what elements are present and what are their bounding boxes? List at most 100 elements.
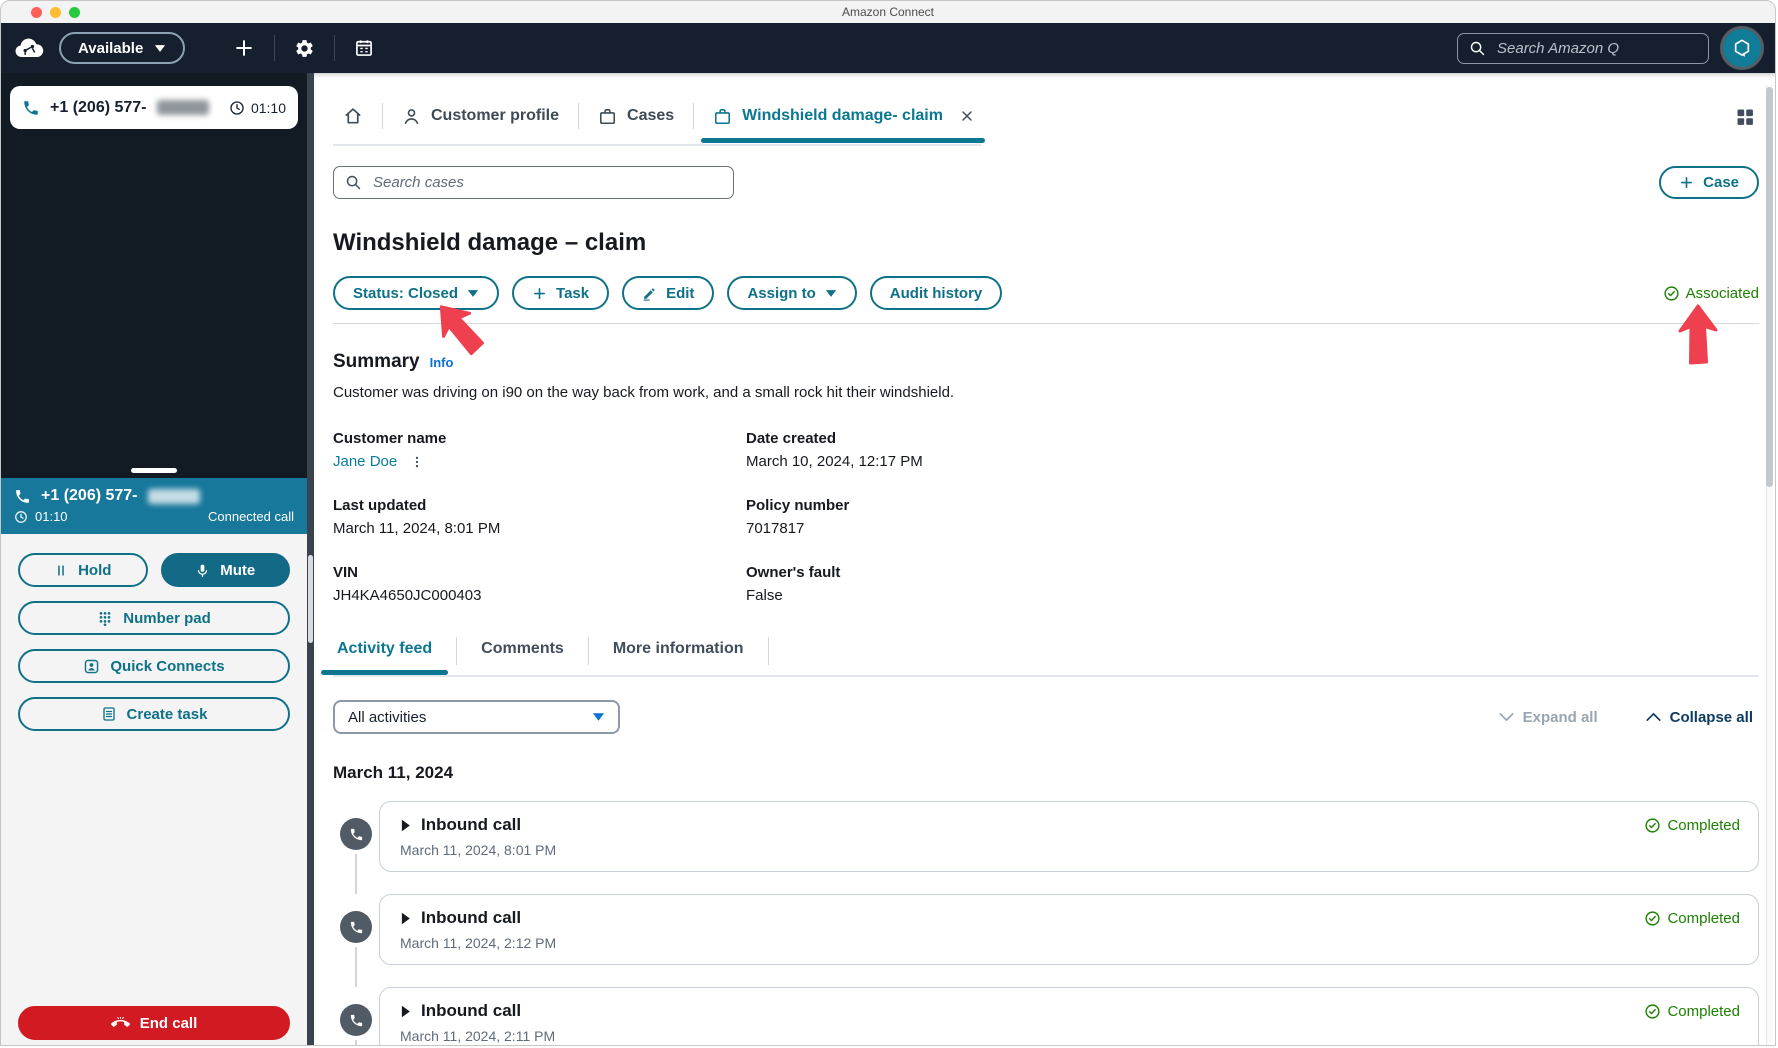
activity-filter-dropdown[interactable]: All activities — [333, 700, 620, 734]
amazon-q-search[interactable] — [1457, 32, 1709, 64]
tab-windshield-damage-claim[interactable]: Windshield damage- claim — [701, 107, 985, 143]
tab-label: Cases — [627, 107, 675, 124]
activity-item: Inbound call March 11, 2024, 2:11 PM Com… — [333, 987, 1759, 1045]
main-scrollbar-thumb[interactable] — [1766, 87, 1773, 487]
timeline-connector — [355, 854, 357, 894]
app-window: Amazon Connect Available Search Amazon Q… — [0, 0, 1776, 1046]
mute-button[interactable]: Mute — [160, 553, 290, 587]
field-last-updated: Last updated March 11, 2024, 8:01 PM — [333, 497, 746, 537]
add-task-button[interactable]: Task — [512, 276, 610, 310]
collapse-all-label: Collapse all — [1669, 708, 1753, 726]
tab-separator — [578, 103, 580, 129]
tab-separator — [693, 103, 695, 129]
hold-button[interactable]: Hold — [18, 553, 148, 587]
activity-title: Inbound call — [421, 1001, 522, 1020]
completed-label: Completed — [1667, 1003, 1740, 1020]
calendar-button[interactable] — [354, 38, 374, 58]
activity-date-heading: March 11, 2024 — [333, 763, 454, 782]
completed-badge: Completed — [1644, 1001, 1740, 1020]
info-link[interactable]: Info — [430, 355, 454, 370]
connected-call-timer: 01:10 — [35, 509, 68, 524]
tab-more-information[interactable]: More information — [609, 640, 748, 673]
end-call-button[interactable]: End call — [18, 1006, 290, 1040]
tab-label: Customer profile — [431, 107, 560, 124]
amazon-q-search-input[interactable] — [1495, 38, 1697, 58]
activity-timestamp: March 11, 2024, 8:01 PM — [400, 842, 557, 858]
edit-button[interactable]: Edit — [622, 276, 715, 310]
connected-caller-number: +1 (206) 577- — [41, 487, 138, 504]
phone-icon — [340, 818, 372, 850]
close-window-button[interactable] — [31, 7, 42, 18]
phone-icon — [340, 911, 372, 943]
number-pad-button[interactable]: Number pad — [18, 601, 290, 635]
field-value: March 10, 2024, 12:17 PM — [746, 453, 923, 470]
sidebar-scrollbar-thumb[interactable] — [308, 555, 313, 643]
search-cases-box[interactable] — [333, 166, 734, 199]
tab-cases[interactable]: Cases — [598, 107, 674, 126]
briefcase-icon — [715, 108, 731, 124]
associated-label: Associated — [1685, 284, 1759, 302]
expand-caret-icon[interactable] — [400, 1005, 411, 1018]
completed-label: Completed — [1667, 910, 1740, 927]
incoming-call-card[interactable]: +1 (206) 577- 01:10 — [10, 86, 298, 129]
panel-drag-handle[interactable] — [131, 468, 177, 473]
tab-home[interactable] — [343, 106, 363, 126]
completed-badge: Completed — [1644, 908, 1740, 927]
activity-card[interactable]: Inbound call March 11, 2024, 2:12 PM Com… — [379, 894, 1759, 965]
expand-all-label: Expand all — [1522, 708, 1598, 726]
activity-title: Inbound call — [421, 815, 522, 834]
new-item-button[interactable] — [233, 37, 255, 59]
tab-comments[interactable]: Comments — [477, 640, 568, 673]
tab-separator — [456, 637, 458, 665]
activity-card[interactable]: Inbound call March 11, 2024, 8:01 PM Com… — [379, 801, 1759, 872]
amazon-q-badge-button[interactable] — [1723, 29, 1761, 67]
window-controls — [31, 7, 80, 18]
expand-all-button[interactable]: Expand all — [1493, 708, 1604, 727]
field-label: Owner's fault — [746, 564, 841, 581]
search-cases-input[interactable] — [371, 173, 722, 192]
activity-timestamp: March 11, 2024, 2:11 PM — [400, 1028, 556, 1044]
create-task-button[interactable]: Create task — [18, 697, 290, 731]
assign-to-dropdown-button[interactable]: Assign to — [727, 276, 857, 310]
timeline-connector — [355, 947, 357, 987]
close-tab-icon[interactable] — [959, 108, 975, 124]
pencil-icon — [643, 287, 655, 301]
activity-timestamp: March 11, 2024, 2:12 PM — [400, 935, 557, 951]
field-label: Policy number — [746, 497, 850, 514]
case-fields: Customer name Jane Doe Date created Marc… — [333, 430, 1759, 604]
status-dropdown-button[interactable]: Status: Closed — [333, 276, 500, 310]
briefcase-icon — [599, 108, 616, 124]
settings-gear-button[interactable] — [294, 38, 315, 59]
collapse-all-button[interactable]: Collapse all — [1640, 708, 1759, 727]
agent-status-dropdown[interactable]: Available — [59, 32, 186, 64]
activity-filter-value: All activities — [348, 708, 427, 726]
search-icon — [1469, 40, 1486, 57]
activity-card[interactable]: Inbound call March 11, 2024, 2:11 PM Com… — [379, 987, 1759, 1045]
expand-caret-icon[interactable] — [400, 912, 411, 925]
tab-separator — [587, 637, 589, 665]
tab-separator — [382, 103, 383, 129]
summary-heading: Summary — [333, 351, 420, 372]
tab-activity-feed[interactable]: Activity feed — [320, 640, 449, 675]
field-label: Customer name — [333, 430, 447, 447]
chevron-up-icon — [1646, 713, 1661, 721]
field-policy-number: Policy number 7017817 — [746, 497, 1759, 537]
app-grid-button[interactable] — [1735, 107, 1755, 127]
audit-history-button[interactable]: Audit history — [869, 276, 1003, 310]
new-case-button[interactable]: Case — [1659, 166, 1759, 199]
minimize-window-button[interactable] — [50, 7, 61, 18]
caret-down-icon — [592, 712, 605, 722]
quick-connects-button[interactable]: Quick Connects — [18, 649, 290, 683]
zoom-window-button[interactable] — [69, 7, 80, 18]
expand-caret-icon[interactable] — [400, 819, 411, 832]
caller-number: +1 (206) 577- — [50, 98, 147, 116]
home-icon — [345, 108, 361, 124]
hold-label: Hold — [78, 561, 112, 579]
tab-customer-profile[interactable]: Customer profile — [402, 107, 559, 126]
panel-resize-divider[interactable] — [307, 73, 314, 1045]
end-call-label: End call — [139, 1014, 198, 1032]
navbar-separator — [334, 35, 336, 61]
kebab-menu-icon[interactable] — [410, 454, 424, 470]
customer-name-link[interactable]: Jane Doe — [333, 453, 397, 470]
workspace-tabstrip: Customer profile Cases Windshield damage… — [333, 99, 985, 146]
